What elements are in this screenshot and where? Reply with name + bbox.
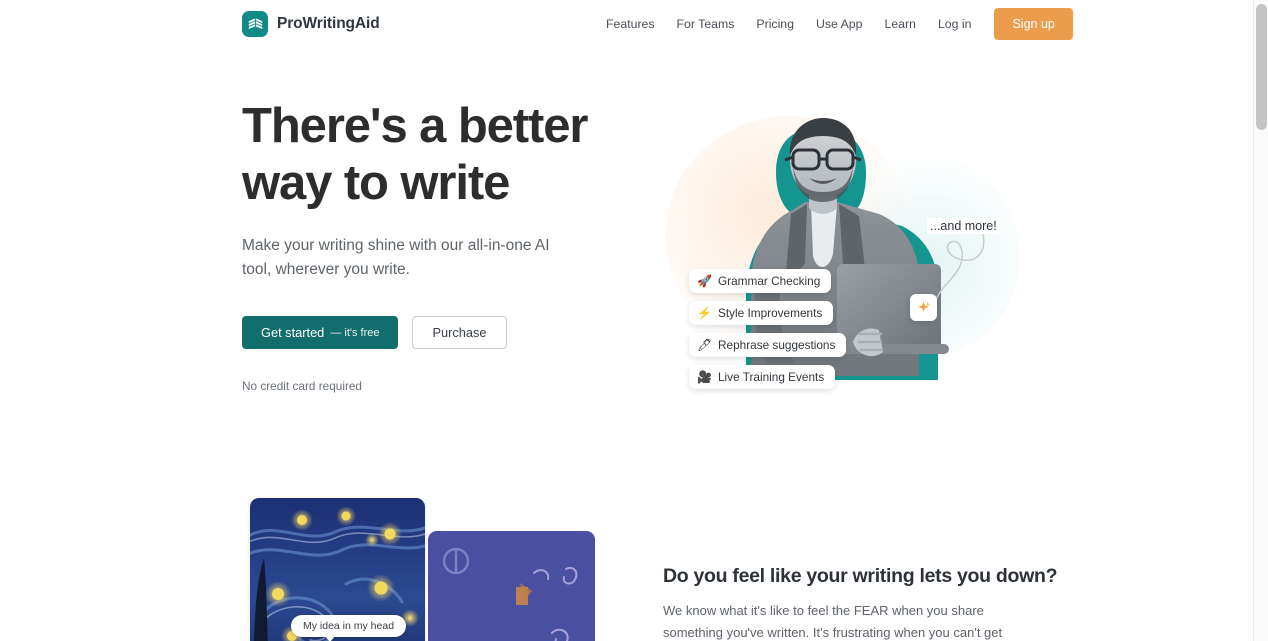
idea-caption-bubble: My idea in my head [291, 615, 407, 641]
primary-navigation: Features For Teams Pricing Use App Learn… [595, 0, 1073, 48]
book-pages-icon [242, 11, 268, 37]
nav-link-pricing[interactable]: Pricing [745, 12, 805, 36]
page-title: There's a better way to write [242, 98, 662, 212]
hero-illustration: ...and more! 🚀 Grammar Checking ⚡ Style … [655, 106, 1025, 436]
section2-body: We know what it's like to feel the FEAR … [663, 603, 1003, 640]
scrollbar-thumb[interactable] [1256, 4, 1267, 130]
purchase-button[interactable]: Purchase [412, 316, 507, 349]
lightning-icon: ⚡ [697, 306, 712, 320]
idea-comparison-illustration: My idea in my head [250, 498, 595, 641]
page-scrollbar[interactable] [1253, 0, 1268, 641]
section2-heading: Do you feel like your writing lets you d… [663, 565, 1058, 587]
feature-chip-list: 🚀 Grammar Checking ⚡ Style Improvements … [689, 269, 889, 397]
pointer-squiggle-icon [934, 233, 985, 303]
hero-title-line-1: There's a better [242, 99, 588, 153]
brand-logo-link[interactable]: ProWritingAid [242, 11, 380, 37]
get-started-suffix: — it's free [330, 326, 380, 339]
hero-section: There's a better way to write Make your … [0, 48, 1253, 478]
nav-link-features[interactable]: Features [595, 12, 666, 36]
sign-up-button[interactable]: Sign up [994, 8, 1073, 40]
nav-link-learn[interactable]: Learn [873, 12, 926, 36]
section2-copy: Do you feel like your writing lets you d… [663, 563, 1063, 641]
hero-title-line-2: way to write [242, 156, 510, 210]
feature-chip-style-improvements[interactable]: ⚡ Style Improvements [689, 301, 834, 325]
feature-chip-live-training-events[interactable]: 🎥 Live Training Events [689, 365, 836, 389]
rocket-icon: 🚀 [697, 274, 712, 288]
feature-chip-label: Grammar Checking [718, 274, 821, 288]
site-header: ProWritingAid Features For Teams Pricing… [0, 0, 1253, 48]
get-started-label: Get started [261, 325, 325, 340]
feature-chip-rephrase-suggestions[interactable]: 🖊 Rephrase suggestions [689, 333, 847, 357]
no-credit-card-note: No credit card required [242, 379, 362, 393]
nav-link-log-in[interactable]: Log in [927, 12, 983, 36]
nav-link-use-app[interactable]: Use App [805, 12, 874, 36]
hero-copy: There's a better way to write Make your … [242, 98, 662, 393]
writing-lets-you-down-section: My idea in my head Do you feel like your… [0, 478, 1253, 641]
and-more-label: ...and more! [927, 218, 1000, 234]
get-started-button[interactable]: Get started — it's free [242, 316, 399, 349]
simplified-idea-card [428, 531, 595, 641]
magic-wand-icon: 🖊 [697, 338, 713, 352]
feature-chip-label: Style Improvements [718, 306, 823, 320]
feature-chip-label: Live Training Events [718, 370, 825, 384]
hero-cta-group: Get started — it's free Purchase [242, 316, 662, 349]
brand-name: ProWritingAid [277, 15, 380, 32]
page-viewport: ProWritingAid Features For Teams Pricing… [0, 0, 1268, 641]
nav-link-for-teams[interactable]: For Teams [666, 12, 746, 36]
video-camera-icon: 🎥 [697, 370, 712, 384]
feature-chip-label: Rephrase suggestions [718, 338, 836, 352]
sparkles-icon [910, 294, 937, 321]
feature-chip-grammar-checking[interactable]: 🚀 Grammar Checking [689, 269, 832, 293]
hero-subtitle: Make your writing shine with our all-in-… [242, 237, 550, 278]
